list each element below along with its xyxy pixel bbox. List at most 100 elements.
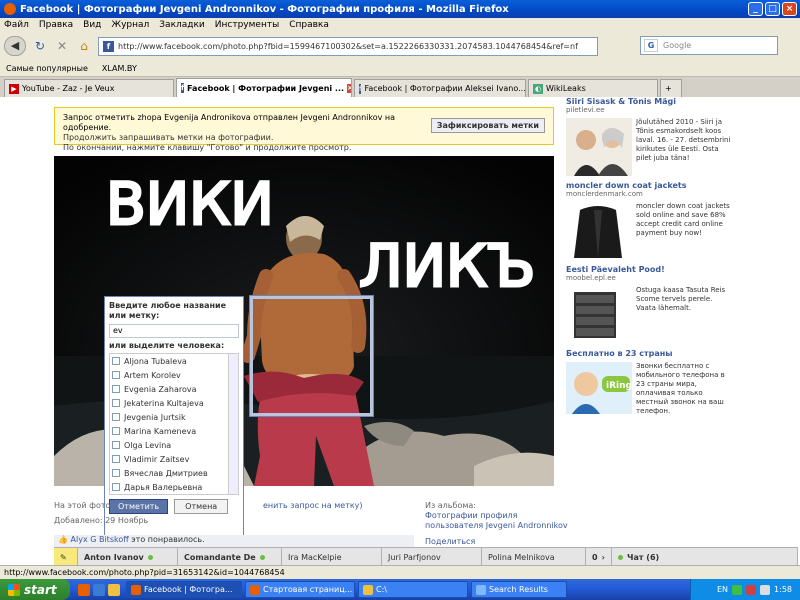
tab-label: YouTube - Zaz - Je Veux bbox=[22, 84, 115, 93]
chat-friend[interactable]: Comandante De bbox=[178, 548, 282, 566]
page-content: Запрос отметить zhopa Evgenija Androniko… bbox=[0, 97, 800, 549]
ad-title[interactable]: Siiri Sisask & Tõnis Mägi bbox=[566, 97, 734, 106]
bookmark-xlam[interactable]: XLAM.BY bbox=[102, 64, 137, 73]
menu-file[interactable]: Файл bbox=[4, 20, 29, 30]
ad-image bbox=[566, 202, 632, 262]
stop-icon[interactable]: ✕ bbox=[54, 38, 70, 54]
person-name: Вячеслав Дмитриев bbox=[124, 468, 208, 478]
person-row[interactable]: Вячеслав Дмитриев bbox=[110, 466, 238, 480]
tag-name-input[interactable]: ev bbox=[109, 324, 239, 338]
person-row[interactable]: Aljona Tubaleva bbox=[110, 354, 238, 368]
menu-help[interactable]: Справка bbox=[289, 20, 329, 30]
share-link[interactable]: Поделиться bbox=[425, 537, 568, 547]
language-indicator[interactable]: EN bbox=[717, 585, 728, 594]
search-icon bbox=[476, 584, 486, 595]
ad-title[interactable]: Бесплатно в 23 страны bbox=[566, 349, 734, 358]
person-row[interactable]: Vladimir Zaitsev bbox=[110, 452, 238, 466]
reload-icon[interactable]: ↻ bbox=[32, 38, 48, 54]
person-row[interactable]: Artem Korolev bbox=[110, 368, 238, 382]
chat-friend[interactable]: Anton Ivanov bbox=[78, 548, 178, 566]
menu-bookmarks[interactable]: Закладки bbox=[159, 20, 205, 30]
taskbar-item[interactable]: Search Results bbox=[471, 581, 567, 598]
tag-selection-box[interactable] bbox=[249, 295, 374, 417]
start-button[interactable]: start bbox=[0, 579, 70, 600]
people-list-scrollbar[interactable] bbox=[228, 354, 238, 494]
chat-toggle[interactable]: Чат (6) bbox=[612, 548, 798, 566]
tab-facebook-jevgeni[interactable]: f Facebook | Фотографии Jevgeni ... × bbox=[176, 78, 352, 97]
album-owner-link[interactable]: пользователя Jevgeni Andronnikov bbox=[425, 521, 568, 531]
taskbar-item[interactable]: Стартовая страниц... bbox=[245, 581, 355, 598]
person-row[interactable]: Olga Levina bbox=[110, 438, 238, 452]
firefox-icon[interactable] bbox=[78, 583, 90, 596]
chat-friend[interactable]: Polina Melnikova bbox=[482, 548, 586, 566]
antivirus-icon[interactable] bbox=[746, 584, 757, 595]
home-icon[interactable]: ⌂ bbox=[76, 38, 92, 54]
menu-history[interactable]: Журнал bbox=[111, 20, 149, 30]
facebook-favicon: f bbox=[103, 40, 114, 52]
chat-friend[interactable]: Juri Parfjonov bbox=[382, 548, 482, 566]
person-checkbox[interactable] bbox=[112, 357, 120, 365]
menu-view[interactable]: Вид bbox=[83, 20, 101, 30]
person-row[interactable]: Evgenia Zaharova bbox=[110, 382, 238, 396]
ad-title[interactable]: Eesti Päevaleht Pood! bbox=[566, 265, 734, 274]
taskbar-item-label: Стартовая страниц... bbox=[263, 585, 353, 594]
ad-title[interactable]: moncler down coat jackets bbox=[566, 181, 734, 190]
online-dot-icon bbox=[147, 554, 153, 560]
close-button[interactable]: × bbox=[782, 2, 797, 16]
person-checkbox[interactable] bbox=[112, 399, 120, 407]
person-checkbox[interactable] bbox=[112, 385, 120, 393]
menu-tools[interactable]: Инструменты bbox=[215, 20, 279, 30]
taskbar-item[interactable]: C:\ bbox=[358, 581, 468, 598]
close-tab-icon[interactable]: × bbox=[347, 83, 351, 93]
ad-item[interactable]: moncler down coat jackets monclerdenmark… bbox=[566, 181, 734, 262]
menu-edit[interactable]: Правка bbox=[39, 20, 73, 30]
folder-icon[interactable] bbox=[108, 583, 120, 596]
chat-counter[interactable]: 0 › bbox=[586, 548, 612, 566]
volume-icon[interactable] bbox=[760, 584, 771, 595]
remove-tag-request-link[interactable]: енить запрос на метку) bbox=[263, 501, 363, 510]
ad-item[interactable]: Бесплатно в 23 страны iRing Звонки беспл… bbox=[566, 349, 734, 416]
ad-url: monclerdenmark.com bbox=[566, 190, 643, 198]
person-checkbox[interactable] bbox=[112, 441, 120, 449]
chat-friend[interactable]: Ira MacKelpie bbox=[282, 548, 382, 566]
people-list[interactable]: Aljona Tubaleva Artem Korolev Evgenia Za… bbox=[109, 353, 239, 495]
drawn-text-wiki: ВИКИ bbox=[106, 170, 274, 238]
person-checkbox[interactable] bbox=[112, 427, 120, 435]
online-dot-icon bbox=[259, 554, 265, 560]
ad-item[interactable]: Siiri Sisask & Tõnis Mägi piletlevi.ee J… bbox=[566, 97, 734, 176]
tab-youtube[interactable]: ▶ YouTube - Zaz - Je Veux bbox=[4, 79, 174, 97]
person-checkbox[interactable] bbox=[112, 455, 120, 463]
person-name: Jevgenia Jurtsik bbox=[124, 412, 186, 422]
tab-label: WikiLeaks bbox=[546, 84, 586, 93]
ad-url: piletlevi.ee bbox=[566, 106, 605, 114]
url-bar[interactable]: f http://www.facebook.com/photo.php?fbid… bbox=[98, 36, 598, 56]
minimize-button[interactable]: _ bbox=[748, 2, 763, 16]
ad-item[interactable]: Eesti Päevaleht Pood! moobel.epl.ee Ostu… bbox=[566, 265, 734, 342]
person-row[interactable]: Jekaterina Kultajeva bbox=[110, 396, 238, 410]
search-input[interactable]: G Google bbox=[640, 36, 778, 55]
person-checkbox[interactable] bbox=[112, 413, 120, 421]
person-checkbox[interactable] bbox=[112, 469, 120, 477]
person-row[interactable]: Дарья Валерьевна bbox=[110, 480, 238, 494]
tab-facebook-aleksei[interactable]: f Facebook | Фотографии Aleksei Ivano... bbox=[354, 79, 526, 97]
person-checkbox[interactable] bbox=[112, 371, 120, 379]
tag-input-label: Введите любое название или метку: bbox=[109, 301, 227, 320]
person-checkbox[interactable] bbox=[112, 483, 120, 491]
bookmark-most-visited[interactable]: Самые популярные bbox=[6, 64, 88, 73]
maximize-button[interactable]: □ bbox=[765, 2, 780, 16]
network-icon[interactable] bbox=[732, 584, 743, 595]
tab-wikileaks[interactable]: ◐ WikiLeaks bbox=[528, 79, 658, 97]
taskbar-item[interactable]: Facebook | Фотогра... bbox=[126, 581, 242, 598]
tab-label: Facebook | Фотографии Aleksei Ivano... bbox=[364, 84, 526, 93]
commit-tags-button[interactable]: Зафиксировать метки bbox=[430, 118, 545, 133]
liker-name[interactable]: Alyx G Bitskoff bbox=[71, 535, 129, 544]
desktop-icon[interactable] bbox=[93, 583, 105, 596]
new-tab-button[interactable]: + bbox=[660, 79, 682, 97]
back-button[interactable]: ◀ bbox=[4, 36, 26, 56]
system-tray: EN 1:58 bbox=[690, 579, 800, 600]
person-row[interactable]: Marina Kameneva bbox=[110, 424, 238, 438]
person-row[interactable]: Jevgenia Jurtsik bbox=[110, 410, 238, 424]
ad-image bbox=[566, 286, 632, 342]
chat-notes-icon[interactable]: ✎ bbox=[54, 548, 78, 566]
album-link[interactable]: Фотографии профиля bbox=[425, 511, 568, 521]
